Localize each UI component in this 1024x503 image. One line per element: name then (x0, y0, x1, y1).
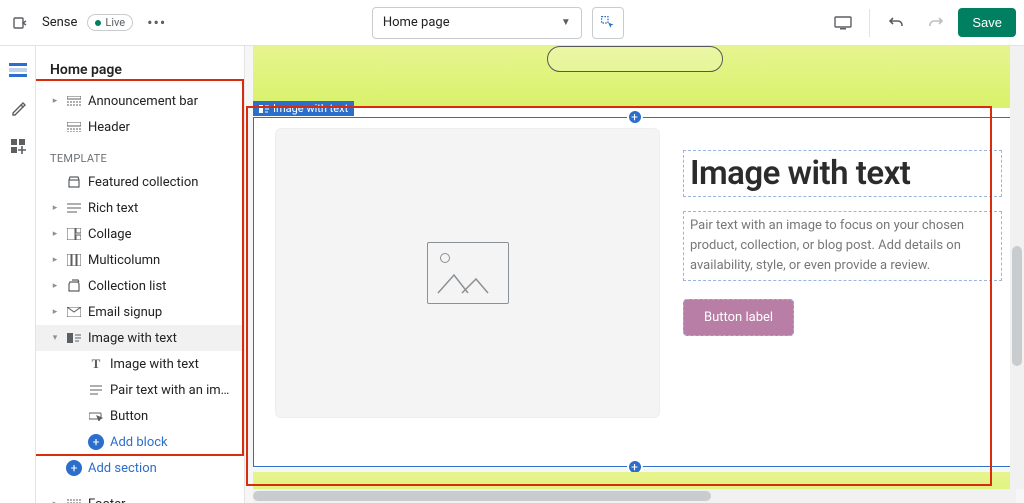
imagetext-icon (66, 330, 82, 346)
more-menu-button[interactable]: ••• (143, 13, 170, 32)
collage-icon (66, 226, 82, 242)
collectionlist-icon (66, 278, 82, 294)
button-icon (88, 408, 104, 424)
undo-button[interactable] (878, 7, 914, 39)
rail-apps[interactable] (8, 136, 28, 156)
collection-icon (66, 174, 82, 190)
sidebar-block-button[interactable]: Button (36, 403, 244, 429)
heading-icon: T (88, 356, 104, 372)
redo-button[interactable] (918, 7, 954, 39)
plus-icon: + (66, 460, 82, 476)
sidebar-block-text[interactable]: Pair text with an image to f... (36, 377, 244, 403)
left-rail (0, 46, 36, 503)
topbar: Sense Live ••• Home page▼ Save (0, 0, 1024, 46)
pill-placeholder (547, 46, 723, 72)
exit-button[interactable] (8, 11, 32, 35)
plus-icon: + (88, 434, 104, 450)
sidebar-page-title: Home page (36, 54, 244, 88)
sidebar-add-section[interactable]: + Add section (36, 455, 244, 481)
sidebar-item-announcement-bar[interactable]: ▸ Announcement bar (36, 88, 244, 114)
vertical-scrollbar[interactable] (1010, 46, 1024, 489)
desktop-view-button[interactable] (825, 7, 861, 39)
sidebar-item-multicolumn[interactable]: ▸ Multicolumn (36, 247, 244, 273)
sidebar-item-footer[interactable]: ▸ Footer (36, 491, 244, 503)
add-section-above-button[interactable]: + (627, 109, 643, 125)
sidebar-item-collage[interactable]: ▸ Collage (36, 221, 244, 247)
email-icon (66, 304, 82, 320)
prev-section-edge (253, 46, 1016, 108)
sidebar-add-block[interactable]: + Add block (36, 429, 244, 455)
sidebar-item-image-with-text[interactable]: ▾ Image with text (36, 325, 244, 351)
sidebar-item-email-signup[interactable]: ▸ Email signup (36, 299, 244, 325)
header-icon (66, 119, 82, 135)
footer-icon (66, 496, 82, 503)
selection-tag[interactable]: Image with text (253, 101, 354, 116)
sidebar-item-featured-collection[interactable]: Featured collection (36, 169, 244, 195)
text-icon (88, 382, 104, 398)
richtext-icon (66, 200, 82, 216)
preview-canvas: Image with text Pair text with an image … (245, 46, 1024, 503)
selection-outline: Image with text + + (253, 117, 1016, 467)
multicolumn-icon (66, 252, 82, 268)
sidebar-block-heading[interactable]: T Image with text (36, 351, 244, 377)
save-button[interactable]: Save (958, 8, 1016, 37)
rail-sections[interactable] (8, 60, 28, 80)
rail-theme-settings[interactable] (8, 98, 28, 118)
inspector-toggle[interactable] (592, 7, 624, 39)
sidebar: Home page ▸ Announcement bar Header TEMP… (36, 46, 245, 503)
template-group-label: TEMPLATE (36, 140, 244, 169)
announcement-icon (66, 93, 82, 109)
sidebar-item-rich-text[interactable]: ▸ Rich text (36, 195, 244, 221)
theme-name: Sense (42, 15, 77, 30)
sidebar-item-header[interactable]: Header (36, 114, 244, 140)
sidebar-item-collection-list[interactable]: ▸ Collection list (36, 273, 244, 299)
live-badge: Live (87, 14, 133, 31)
page-selector[interactable]: Home page▼ (372, 7, 582, 39)
horizontal-scrollbar[interactable] (253, 489, 1016, 503)
